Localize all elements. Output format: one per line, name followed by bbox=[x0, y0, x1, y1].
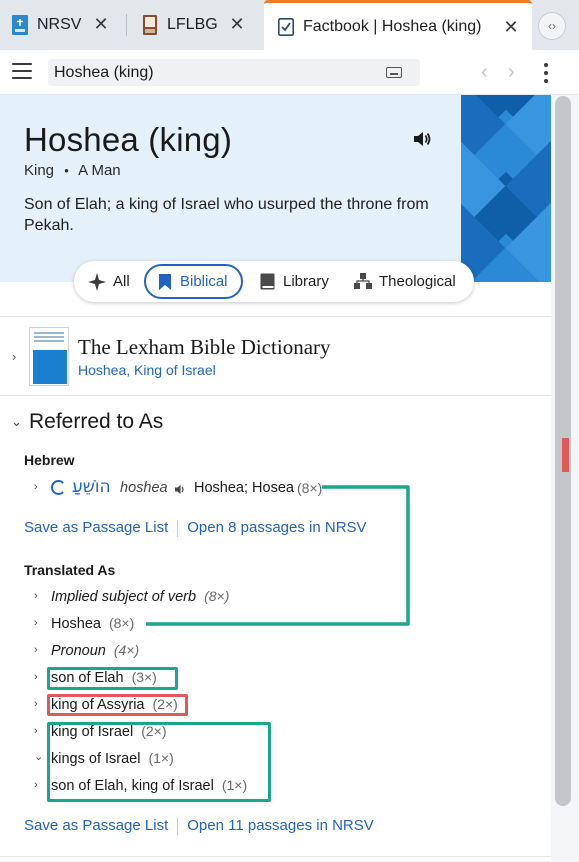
tab-lflbg[interactable]: LFLBG ✕ bbox=[128, 0, 260, 50]
tab-nrsv[interactable]: NRSV ✕ bbox=[0, 0, 124, 50]
filter-label: Library bbox=[283, 273, 329, 290]
bookmark-icon bbox=[159, 273, 171, 291]
header-decoration bbox=[461, 95, 551, 282]
hebrew-lemma-row[interactable]: › הוֹשֵׁעַ hoshea Hoshea; Hosea (8×) bbox=[0, 477, 551, 499]
translated-as-label: Translated As bbox=[24, 562, 116, 578]
resource-title: The Lexham Bible Dictionary bbox=[78, 335, 331, 359]
factbook-header: Hoshea (king) King • A Man Son of Elah; … bbox=[0, 95, 551, 282]
chevron-down-icon[interactable]: ⌄ bbox=[11, 414, 22, 430]
factbook-icon bbox=[278, 17, 294, 37]
filter-label: Biblical bbox=[180, 273, 228, 290]
tab-label: Factbook | Hoshea (king) bbox=[303, 17, 482, 35]
entity-role: King bbox=[24, 162, 55, 179]
toolbar: Hoshea (king) ‹ › bbox=[0, 50, 579, 95]
search-input[interactable]: Hoshea (king) bbox=[48, 59, 420, 86]
speaker-icon[interactable] bbox=[412, 130, 432, 148]
scroll-position-marker bbox=[562, 438, 569, 472]
close-icon[interactable]: ✕ bbox=[228, 14, 246, 34]
entity-kind: A Man bbox=[78, 162, 121, 179]
chevron-right-icon[interactable]: › bbox=[34, 725, 38, 737]
filter-theological[interactable]: Theological bbox=[354, 264, 456, 299]
open-passages-link[interactable]: Open 11 passages in NRSV bbox=[187, 817, 374, 834]
section-title[interactable]: Referred to As bbox=[29, 410, 163, 434]
bible-icon bbox=[12, 15, 28, 35]
tab-bar: NRSV ✕ LFLBG ✕ Factbook | Hoshea (king) … bbox=[0, 0, 579, 50]
filter-library[interactable]: Library bbox=[258, 264, 329, 299]
lemma-icon bbox=[51, 480, 66, 495]
save-passage-list-link[interactable]: Save as Passage List bbox=[24, 519, 168, 536]
speaker-icon[interactable] bbox=[174, 482, 186, 494]
chevron-right-icon[interactable]: › bbox=[34, 644, 38, 656]
open-passages-link[interactable]: Open 8 passages in NRSV bbox=[187, 519, 366, 536]
divider bbox=[0, 316, 551, 317]
hebrew-gloss: Hoshea; Hosea bbox=[194, 480, 294, 496]
translation-text: Hoshea bbox=[51, 616, 101, 632]
translation-row[interactable]: › Implied subject of verb (8×) bbox=[0, 587, 551, 609]
tab-overflow-icon[interactable]: ‹› bbox=[538, 12, 566, 40]
entity-type: King • A Man bbox=[24, 162, 121, 179]
filter-biblical[interactable]: Biblical bbox=[144, 264, 243, 299]
book-icon bbox=[142, 15, 158, 35]
divider bbox=[0, 395, 551, 396]
menu-icon[interactable] bbox=[12, 63, 32, 81]
close-icon[interactable]: ✕ bbox=[92, 14, 110, 34]
translation-text: Implied subject of verb bbox=[51, 589, 197, 605]
chevron-right-icon[interactable]: › bbox=[12, 349, 16, 364]
resource-entry[interactable]: › The Lexham Bible Dictionary Hoshea, Ki… bbox=[0, 322, 551, 392]
hebrew-label: Hebrew bbox=[24, 452, 75, 468]
filter-label: All bbox=[113, 273, 130, 290]
chevron-right-icon[interactable]: › bbox=[34, 617, 38, 629]
tab-separator bbox=[126, 14, 127, 36]
close-icon[interactable]: ✕ bbox=[502, 17, 520, 37]
filter-bar: All Biblical Library Theological bbox=[74, 261, 474, 302]
chevron-right-icon[interactable]: › bbox=[34, 671, 38, 683]
back-arrow-icon[interactable]: ‹ bbox=[481, 61, 488, 84]
occurrence-count: (4×) bbox=[113, 642, 140, 658]
bullet-separator: • bbox=[64, 163, 69, 178]
annotation-box bbox=[47, 722, 271, 802]
filter-label: Theological bbox=[379, 273, 456, 290]
divider bbox=[0, 856, 551, 857]
occurrence-count: (8×) bbox=[204, 588, 230, 604]
translation-text: Pronoun bbox=[51, 643, 106, 659]
resource-article-link[interactable]: Hoshea, King of Israel bbox=[78, 362, 216, 378]
annotation-box bbox=[47, 667, 178, 690]
chevron-right-icon[interactable]: › bbox=[34, 481, 38, 493]
hierarchy-icon bbox=[354, 273, 372, 291]
filter-all[interactable]: All bbox=[88, 264, 130, 299]
chevron-down-icon[interactable]: ⌄ bbox=[34, 750, 43, 763]
book-icon bbox=[258, 273, 276, 291]
save-passage-list-link[interactable]: Save as Passage List bbox=[24, 817, 168, 834]
passage-links: Save as Passage List Open 8 passages in N… bbox=[24, 519, 367, 537]
occurrence-count: (8×) bbox=[297, 480, 323, 496]
passage-links: Save as Passage List Open 11 passages in … bbox=[24, 817, 374, 835]
translation-row[interactable]: › Pronoun (4×) bbox=[0, 641, 551, 663]
tab-label: LFLBG bbox=[167, 16, 218, 33]
page-title: Hoshea (king) bbox=[24, 121, 233, 158]
translation-row[interactable]: › Hoshea (8×) bbox=[0, 614, 551, 636]
chevron-right-icon[interactable]: › bbox=[34, 779, 38, 791]
transliteration: hoshea bbox=[120, 480, 168, 496]
annotation-box bbox=[47, 694, 188, 716]
tab-label: NRSV bbox=[37, 16, 82, 33]
sparkle-icon bbox=[88, 272, 106, 291]
chevron-right-icon[interactable]: › bbox=[34, 590, 38, 602]
more-options-icon[interactable] bbox=[544, 63, 550, 83]
chevron-right-icon[interactable]: › bbox=[34, 698, 38, 710]
forward-arrow-icon[interactable]: › bbox=[508, 61, 515, 84]
app-window: NRSV ✕ LFLBG ✕ Factbook | Hoshea (king) … bbox=[0, 0, 579, 862]
entity-description: Son of Elah; a king of Israel who usurpe… bbox=[24, 196, 429, 234]
book-cover-image bbox=[29, 327, 69, 386]
keyboard-icon[interactable] bbox=[386, 67, 402, 78]
occurrence-count: (8×) bbox=[108, 615, 135, 631]
search-value: Hoshea (king) bbox=[54, 64, 154, 81]
tab-factbook[interactable]: Factbook | Hoshea (king) ✕ bbox=[264, 0, 532, 50]
hebrew-word[interactable]: הוֹשֵׁעַ bbox=[72, 477, 111, 497]
